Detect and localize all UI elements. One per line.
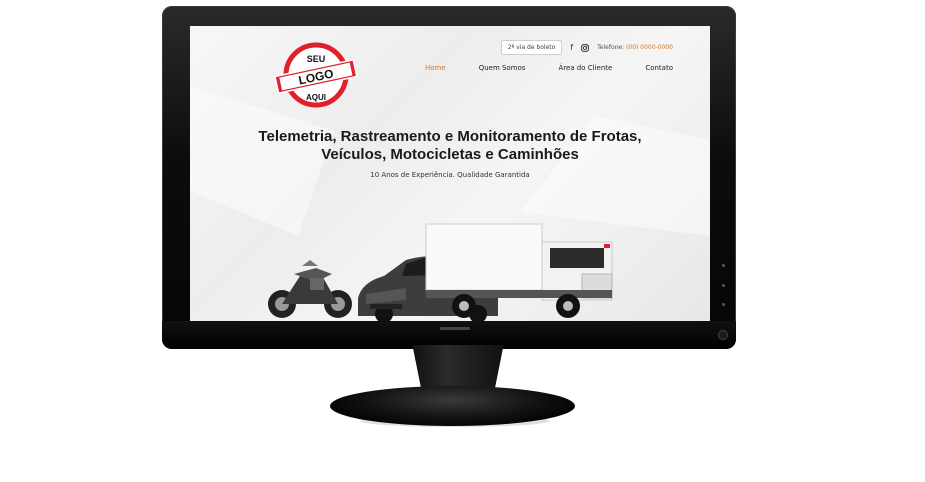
website-screen: SEU LOGO AQUI 2ª via de boleto f Telefon… <box>190 26 710 321</box>
nav-quem-somos[interactable]: Quem Somos <box>479 64 526 72</box>
top-bar: 2ª via de boleto f Telefone: (00) 0000-0… <box>500 40 673 55</box>
logo-text-top: SEU <box>307 54 326 64</box>
instagram-icon[interactable] <box>581 43 590 52</box>
nav-area-cliente[interactable]: Área do Cliente <box>558 64 612 72</box>
power-button <box>719 331 727 339</box>
nav-contato[interactable]: Contato <box>645 64 673 72</box>
main-nav: Home Quem Somos Área do Cliente Contato <box>425 64 673 72</box>
site-logo[interactable]: SEU LOGO AQUI <box>270 40 362 110</box>
nav-home[interactable]: Home <box>425 64 446 72</box>
truck-image <box>425 223 613 318</box>
hero-headline-line2: Veículos, Motocicletas e Caminhões <box>321 146 579 163</box>
monitor-stand-base <box>330 386 575 426</box>
phone-info: Telefone: (00) 0000-0000 <box>597 44 673 51</box>
monitor-button <box>722 264 725 267</box>
logo-text-bottom: AQUI <box>306 93 326 102</box>
boleto-button[interactable]: 2ª via de boleto <box>500 40 563 55</box>
facebook-icon[interactable]: f <box>570 43 573 52</box>
hero-headline-line1: Telemetria, Rastreamento e Monitoramento… <box>258 128 642 145</box>
hero-tagline: 10 Anos de Experiência. Qualidade Garant… <box>370 171 530 179</box>
phone-number[interactable]: (00) 0000-0000 <box>626 44 673 51</box>
hero-headline: Telemetria, Rastreamento e Monitoramento… <box>190 128 710 164</box>
motorcycle-image <box>268 260 352 318</box>
monitor-button <box>722 303 725 306</box>
monitor-brand-mark <box>440 327 470 330</box>
hero-vehicles-image <box>268 223 613 321</box>
monitor-button <box>722 284 725 287</box>
phone-label: Telefone: <box>597 44 625 51</box>
